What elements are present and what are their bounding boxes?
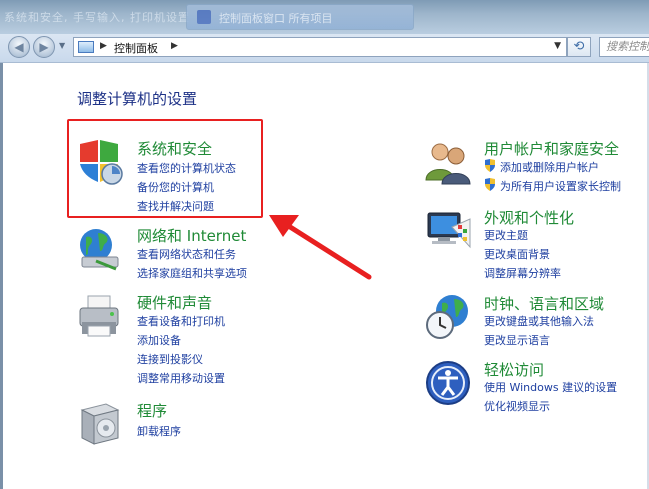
search-input[interactable]: 搜索控制面板 [599,37,649,57]
printer-icon[interactable] [76,292,124,340]
link-screen-resolution[interactable]: 调整屏幕分辨率 [484,265,561,281]
back-button[interactable]: ◀ [8,36,30,58]
clock-globe-icon[interactable] [424,293,472,341]
recent-pages-dropdown-icon[interactable]: ▼ [59,41,65,50]
category-title[interactable]: 用户帐户和家庭安全 [484,138,619,159]
users-icon[interactable] [424,138,472,186]
uac-shield-icon [485,178,495,191]
control-panel-icon [78,41,94,53]
link-change-theme[interactable]: 更改主题 [484,227,528,243]
background-window-title: 控制面板窗口 所有项目 [219,12,333,25]
link-homegroup-sharing[interactable]: 选择家庭组和共享选项 [137,265,247,281]
window-left-border [0,63,3,489]
link-mobility-settings[interactable]: 调整常用移动设置 [137,370,225,386]
monitor-palette-icon[interactable] [424,207,472,255]
link-connect-projector[interactable]: 连接到投影仪 [137,351,203,367]
globe-network-icon[interactable] [76,225,124,273]
refresh-icon: ⟲ [573,39,585,54]
page-title: 调整计算机的设置 [77,90,198,108]
category-title[interactable]: 时钟、语言和区域 [484,293,604,314]
pointer-arrow-icon [269,215,372,280]
back-arrow-icon: ◀ [14,40,24,54]
breadcrumb-control-panel[interactable]: 控制面板 [114,40,158,56]
link-recommended-settings[interactable]: 使用 Windows 建议的设置 [484,379,617,395]
uac-shield-icon [485,159,495,172]
address-dropdown-icon[interactable]: ▼ [554,41,561,51]
link-optimize-display[interactable]: 优化视频显示 [484,398,550,414]
window-title-strip: 系统和安全, 手写输入, 打印机设置 控制面板窗口 所有项目 [0,0,649,34]
category-title[interactable]: 轻松访问 [484,359,544,380]
highlight-box [67,119,263,218]
link-network-status[interactable]: 查看网络状态和任务 [137,246,236,262]
link-add-device[interactable]: 添加设备 [137,332,181,348]
refresh-button[interactable]: ⟲ [567,37,591,57]
window-app-icon [197,10,211,24]
link-change-background[interactable]: 更改桌面背景 [484,246,550,262]
link-change-keyboard[interactable]: 更改键盘或其他输入法 [484,313,594,329]
link-display-language[interactable]: 更改显示语言 [484,332,550,348]
category-title[interactable]: 程序 [137,400,167,421]
forward-arrow-icon: ▶ [39,40,49,54]
category-title[interactable]: 硬件和声音 [137,292,212,313]
category-title[interactable]: 外观和个性化 [484,207,574,228]
link-parental-controls[interactable]: 为所有用户设置家长控制 [500,178,621,194]
navigation-bar: ◀ ▶ ▼ ▶ 控制面板 ▶ ▼ ⟲ 搜索控制面板 [0,34,649,63]
breadcrumb-arrow-icon[interactable]: ▶ [100,41,107,51]
ease-of-access-icon[interactable] [424,359,472,407]
address-bar[interactable]: ▶ 控制面板 ▶ ▼ [73,37,567,57]
link-uninstall-program[interactable]: 卸载程序 [137,423,181,439]
link-add-remove-accounts[interactable]: 添加或删除用户帐户 [500,159,599,175]
forward-button[interactable]: ▶ [33,36,55,58]
category-title[interactable]: 网络和 Internet [137,225,246,246]
link-devices-printers[interactable]: 查看设备和打印机 [137,313,225,329]
background-window-tab[interactable]: 控制面板窗口 所有项目 [186,4,414,30]
breadcrumb-arrow-icon[interactable]: ▶ [171,41,178,51]
programs-box-icon[interactable] [76,400,124,448]
blurred-title-text: 系统和安全, 手写输入, 打印机设置 [4,11,190,24]
